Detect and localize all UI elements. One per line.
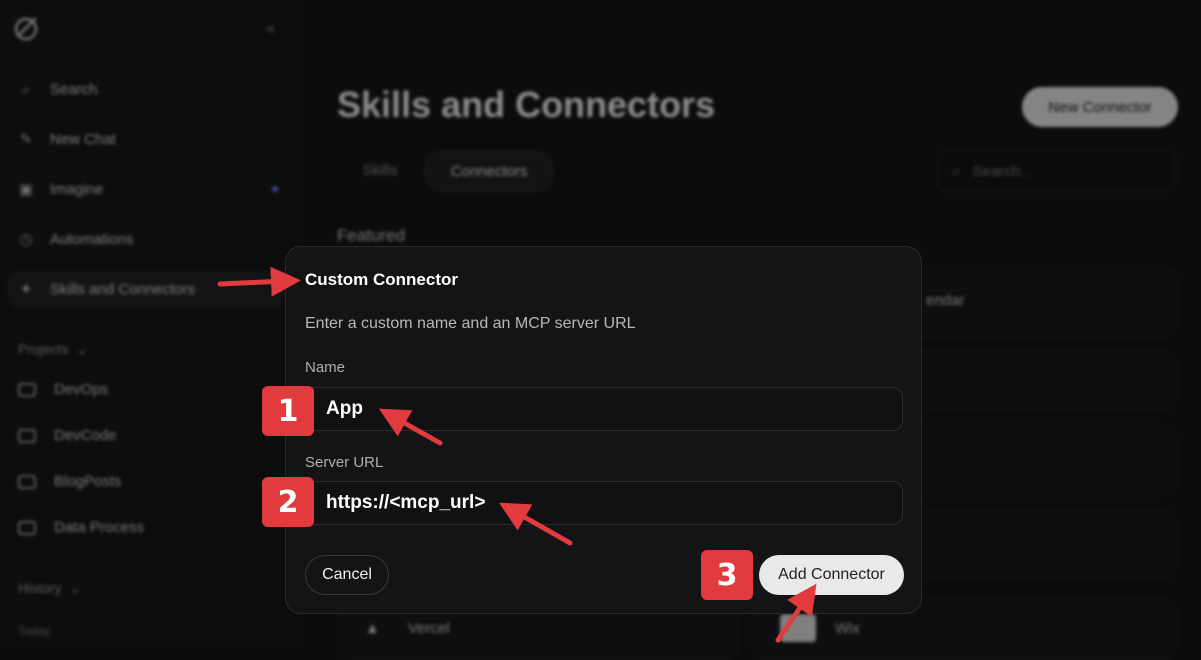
featured-heading: Featured: [337, 226, 406, 245]
project-item[interactable]: DevCode: [18, 427, 117, 444]
collapse-sidebar-icon[interactable]: «: [266, 20, 275, 38]
sidebar: « ⌕ Search ✎ New Chat ▣ Imagine ◷ Automa…: [0, 0, 301, 647]
custom-connector-dialog: Custom Connector Enter a custom name and…: [285, 246, 922, 614]
tab-skills[interactable]: Skills: [340, 150, 420, 190]
server-url-label: Server URL: [305, 454, 384, 471]
clock-icon: ◷: [19, 231, 33, 248]
tab-connectors[interactable]: Connectors: [424, 150, 554, 192]
sidebar-item-label: Automations: [50, 230, 134, 248]
sidebar-item-label: Search: [50, 80, 98, 98]
annotation-badge-1: 1: [262, 386, 314, 436]
search-icon: ⌕: [21, 80, 31, 98]
connector-card[interactable]: [900, 424, 1177, 496]
connector-card[interactable]: [900, 350, 1177, 412]
new-connector-button[interactable]: New Connector: [1022, 87, 1178, 127]
project-item[interactable]: BlogPosts: [18, 473, 122, 490]
connector-card-label: Wix: [835, 620, 860, 637]
notification-dot: [272, 186, 278, 192]
server-url-input[interactable]: [305, 481, 903, 525]
sidebar-item-imagine[interactable]: ▣ Imagine: [8, 171, 284, 207]
edit-icon: ✎: [19, 131, 33, 148]
name-input[interactable]: [305, 387, 903, 431]
annotation-badge-3: 3: [701, 550, 753, 600]
project-item[interactable]: DevOps: [18, 381, 108, 398]
cancel-button[interactable]: Cancel: [305, 555, 389, 595]
triangle-icon: ▲: [365, 620, 380, 637]
sidebar-item-automations[interactable]: ◷ Automations: [8, 221, 284, 257]
connector-card-label: endar: [926, 292, 965, 309]
wix-logo-icon: [780, 614, 816, 642]
search-input[interactable]: ⌕ Search...: [937, 150, 1177, 192]
add-connector-button[interactable]: Add Connector: [759, 555, 904, 595]
folder-icon: [18, 428, 36, 443]
folder-icon: [18, 474, 36, 489]
projects-section-header[interactable]: Projects ⌄: [18, 341, 88, 358]
chevron-down-icon: ⌄: [65, 580, 82, 596]
folder-icon: [18, 382, 36, 397]
chevron-down-icon: ⌄: [72, 341, 89, 357]
folder-icon: [18, 520, 36, 535]
history-section-header[interactable]: History ⌄: [18, 580, 81, 597]
sidebar-item-label: Imagine: [50, 180, 104, 198]
sidebar-item-skills-and-connectors[interactable]: ✦ Skills and Connectors: [8, 271, 284, 307]
connector-card[interactable]: [900, 508, 1177, 580]
page-title: Skills and Connectors: [337, 84, 716, 125]
search-icon: ⌕: [952, 162, 961, 180]
logo-icon: [14, 17, 38, 41]
sidebar-item-search[interactable]: ⌕ Search: [8, 71, 284, 107]
dialog-title: Custom Connector: [305, 270, 458, 289]
puzzle-icon: ✦: [19, 281, 33, 298]
annotation-badge-2: 2: [262, 477, 314, 527]
sidebar-item-label: New Chat: [50, 130, 116, 148]
connector-card-label: Vercel: [408, 620, 450, 637]
dialog-subtitle: Enter a custom name and an MCP server UR…: [305, 315, 636, 332]
name-label: Name: [305, 359, 346, 376]
sidebar-item-new-chat[interactable]: ✎ New Chat: [8, 121, 284, 157]
image-icon: ▣: [18, 181, 34, 198]
sidebar-item-label: Skills and Connectors: [50, 280, 196, 298]
history-group-today: Today: [18, 624, 51, 638]
project-item[interactable]: Data Process: [18, 519, 144, 536]
